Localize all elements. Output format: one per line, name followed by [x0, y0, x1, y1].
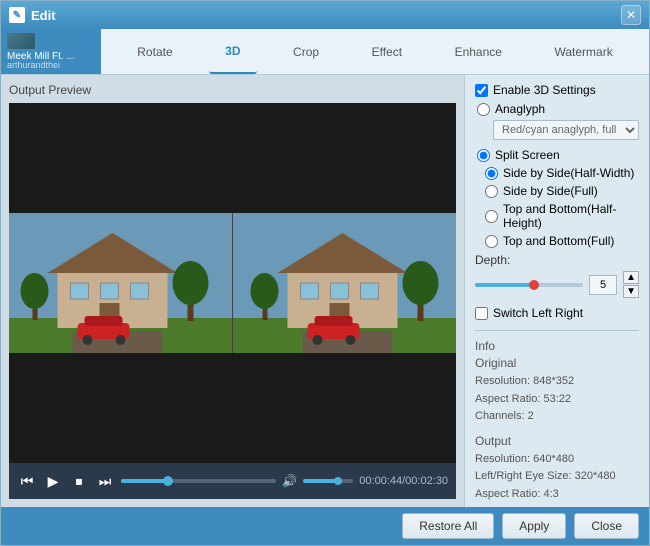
apply-button[interactable]: Apply — [502, 513, 566, 539]
video-container — [9, 103, 456, 463]
controls-bar: ⏮ ▶ ⏹ ⏭ 🔊 00:00:44/00:02:30 — [9, 463, 456, 499]
tab-effect[interactable]: Effect — [356, 29, 418, 74]
depth-row: ▲ ▼ — [475, 271, 639, 298]
switch-left-right-label[interactable]: Switch Left Right — [493, 306, 583, 320]
original-label: Original — [475, 356, 639, 370]
depth-slider[interactable] — [475, 283, 583, 287]
enable-3d-checkbox[interactable] — [475, 84, 488, 97]
switch-left-right-checkbox[interactable] — [475, 307, 488, 320]
window-title: Edit — [31, 8, 618, 23]
top-bar: Meek Mill Ft. ... arthurandthei Rotate 3… — [1, 29, 649, 75]
skip-forward-button[interactable]: ⏭ — [95, 471, 115, 491]
enable-3d-label[interactable]: Enable 3D Settings — [493, 83, 596, 97]
depth-fill — [475, 283, 534, 287]
output-left-right: Left/Right Eye Size: 320*480 — [475, 468, 639, 486]
progress-fill — [121, 479, 168, 483]
anaglyph-label[interactable]: Anaglyph — [495, 102, 545, 116]
edit-window: ✎ Edit ✕ Meek Mill Ft. ... arthurandthei… — [0, 0, 650, 546]
main-content: Output Preview — [1, 75, 649, 507]
depth-label-text: Depth: — [475, 253, 639, 267]
depth-up-button[interactable]: ▲ — [623, 271, 639, 284]
enable-3d-row: Enable 3D Settings — [475, 83, 639, 97]
side-by-side-full-radio[interactable] — [485, 185, 498, 198]
video-preview — [9, 183, 456, 383]
side-by-side-half-radio[interactable] — [485, 167, 498, 180]
output-section: Output Resolution: 640*480 Left/Right Ey… — [475, 434, 639, 507]
side-half-row: Side by Side(Half-Width) — [483, 166, 639, 180]
close-button[interactable]: ✕ — [621, 5, 641, 25]
split-options: Side by Side(Half-Width) Side by Side(Fu… — [475, 166, 639, 248]
depth-thumb — [529, 280, 539, 290]
tab-enhance[interactable]: Enhance — [439, 29, 518, 74]
app-icon: ✎ — [9, 7, 25, 23]
side-by-side-full-label[interactable]: Side by Side(Full) — [503, 184, 598, 198]
top-bottom-full-row: Top and Bottom(Full) — [483, 234, 639, 248]
anaglyph-radio[interactable] — [477, 103, 490, 116]
top-bottom-full-label[interactable]: Top and Bottom(Full) — [503, 234, 614, 248]
right-panel: Enable 3D Settings Anaglyph Red/cyan ana… — [464, 75, 649, 507]
bottom-bar: Restore All Apply Close — [1, 507, 649, 545]
split-screen-radio[interactable] — [477, 149, 490, 162]
volume-bar[interactable] — [303, 479, 353, 483]
divider — [475, 330, 639, 331]
anaglyph-row: Anaglyph — [475, 102, 639, 116]
original-channels: Channels: 2 — [475, 408, 639, 426]
split-screen-label[interactable]: Split Screen — [495, 148, 560, 162]
output-aspect: Aspect Ratio: 4:3 — [475, 486, 639, 504]
preview-label: Output Preview — [9, 83, 456, 97]
track-thumbnail — [7, 33, 35, 49]
tab-rotate[interactable]: Rotate — [121, 29, 188, 74]
skip-back-button[interactable]: ⏮ — [17, 471, 37, 491]
side-full-row: Side by Side(Full) — [483, 184, 639, 198]
anaglyph-select[interactable]: Red/cyan anaglyph, full color — [493, 120, 639, 140]
time-display: 00:00:44/00:02:30 — [359, 475, 448, 487]
play-button[interactable]: ▶ — [43, 471, 63, 491]
volume-thumb — [334, 477, 342, 485]
info-section: Info Original Resolution: 848*352 Aspect… — [475, 339, 639, 426]
side-by-side-half-label[interactable]: Side by Side(Half-Width) — [503, 166, 634, 180]
content-area: Meek Mill Ft. ... arthurandthei Rotate 3… — [1, 29, 649, 507]
progress-thumb — [163, 476, 173, 486]
switch-left-right-row: Switch Left Right — [475, 306, 639, 320]
depth-input[interactable] — [589, 275, 617, 295]
output-resolution: Resolution: 640*480 — [475, 451, 639, 469]
close-dialog-button[interactable]: Close — [574, 513, 639, 539]
output-label: Output — [475, 434, 639, 448]
preview-area: Output Preview — [1, 75, 464, 507]
top-bottom-half-radio[interactable] — [485, 210, 498, 223]
info-section-label: Info — [475, 339, 639, 353]
original-aspect: Aspect Ratio: 53:22 — [475, 391, 639, 409]
tab-watermark[interactable]: Watermark — [538, 29, 628, 74]
tab-crop[interactable]: Crop — [277, 29, 335, 74]
depth-down-button[interactable]: ▼ — [623, 285, 639, 298]
track-name: Meek Mill Ft. ... — [7, 51, 95, 60]
top-bottom-half-row: Top and Bottom(Half-Height) — [483, 202, 639, 230]
title-bar: ✎ Edit ✕ — [1, 1, 649, 29]
original-resolution: Resolution: 848*352 — [475, 373, 639, 391]
tab-3d[interactable]: 3D — [209, 29, 256, 74]
nav-tabs: Rotate 3D Crop Effect Enhance Watermark — [101, 29, 649, 74]
split-screen-row: Split Screen — [475, 148, 639, 162]
top-bottom-full-radio[interactable] — [485, 235, 498, 248]
volume-icon: 🔊 — [282, 474, 297, 488]
progress-bar[interactable] — [121, 479, 276, 483]
track-info: Meek Mill Ft. ... arthurandthei — [1, 29, 101, 74]
restore-all-button[interactable]: Restore All — [402, 513, 494, 539]
volume-fill — [303, 479, 338, 483]
anaglyph-dropdown-row: Red/cyan anaglyph, full color — [475, 120, 639, 140]
top-bottom-half-label[interactable]: Top and Bottom(Half-Height) — [503, 202, 639, 230]
track-sub: arthurandthei — [7, 60, 95, 70]
stop-button[interactable]: ⏹ — [69, 471, 89, 491]
